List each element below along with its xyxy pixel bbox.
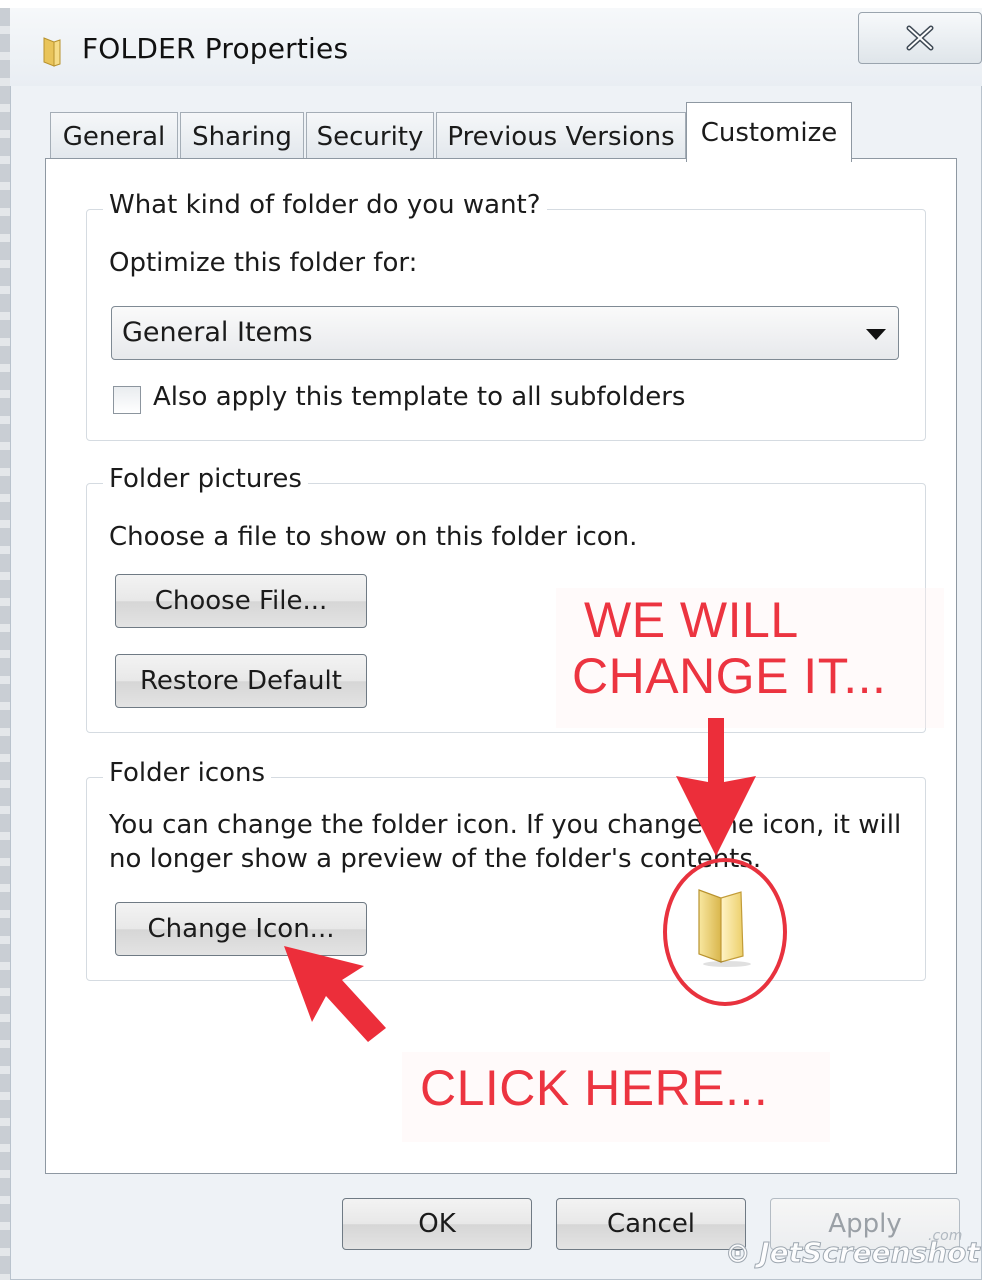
watermark-suffix: .com: [928, 1228, 963, 1244]
folder-icons-group-title: Folder icons: [103, 758, 272, 788]
window-title: FOLDER Properties: [82, 32, 349, 65]
annotation-click-here: CLICK HERE...: [420, 1060, 769, 1116]
choose-file-button[interactable]: Choose File...: [115, 574, 367, 628]
tab-previous-versions[interactable]: Previous Versions: [436, 112, 686, 160]
annotation-we-will: WE WILL: [584, 592, 799, 648]
apply-subfolders-label[interactable]: Also apply this template to all subfolde…: [153, 382, 685, 412]
folder-type-group: What kind of folder do you want? Optimiz…: [86, 190, 926, 441]
annotation-change-it: CHANGE IT...: [572, 648, 887, 704]
folder-type-group-title: What kind of folder do you want?: [103, 190, 547, 220]
tab-security[interactable]: Security: [306, 112, 434, 160]
chevron-down-icon: [866, 329, 886, 340]
folder-icons-description-line1: You can change the folder icon. If you c…: [109, 810, 902, 840]
folder-pictures-group-title: Folder pictures: [103, 464, 308, 494]
close-icon: [906, 25, 934, 51]
optimize-dropdown-value: General Items: [122, 317, 313, 348]
optimize-dropdown[interactable]: General Items: [111, 306, 899, 360]
folder-pictures-description: Choose a file to show on this folder ico…: [109, 522, 638, 552]
apply-subfolders-checkbox[interactable]: [113, 386, 141, 414]
close-button[interactable]: [858, 12, 982, 64]
tab-customize[interactable]: Customize: [686, 102, 852, 162]
watermark-logo-icon: ⊙: [725, 1236, 760, 1270]
highlight-circle: [663, 858, 787, 1006]
restore-default-button[interactable]: Restore Default: [115, 654, 367, 708]
tab-general[interactable]: General: [50, 112, 178, 160]
title-bar: FOLDER Properties: [10, 8, 982, 86]
arrow-up-left-annotation: [284, 946, 386, 1042]
optimize-label: Optimize this folder for:: [109, 248, 418, 278]
ok-button[interactable]: OK: [342, 1198, 532, 1250]
arrow-down-annotation: [676, 718, 756, 856]
folder-icons-group: Folder icons You can change the folder i…: [86, 758, 926, 1006]
tab-sharing[interactable]: Sharing: [180, 112, 304, 160]
cancel-button[interactable]: Cancel: [556, 1198, 746, 1250]
folder-icon: [43, 37, 61, 67]
